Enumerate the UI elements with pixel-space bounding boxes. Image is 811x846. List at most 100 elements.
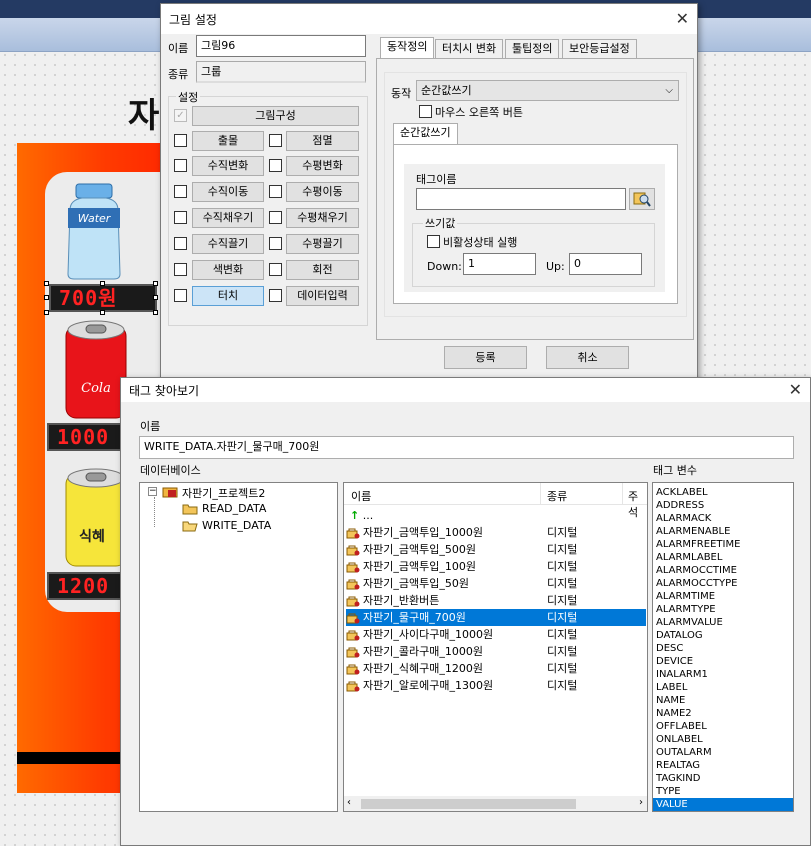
tree-collapse-toggle[interactable]: − bbox=[148, 487, 157, 496]
inactive-run-checkbox[interactable] bbox=[427, 235, 440, 248]
action-select[interactable]: 순간값쓰기 ⌵ bbox=[416, 80, 679, 101]
selection-handle[interactable] bbox=[44, 310, 49, 315]
mouse-right-checkbox[interactable] bbox=[419, 105, 432, 118]
option-button-color-change[interactable]: 색변화 bbox=[192, 260, 264, 280]
tag-variable-item[interactable]: ONLABEL bbox=[653, 733, 793, 746]
column-header-type[interactable]: 종류 bbox=[547, 488, 567, 504]
picture-settings-titlebar[interactable]: 그림 설정 bbox=[161, 4, 697, 34]
tag-variable-item[interactable]: NAME2 bbox=[653, 707, 793, 720]
tag-variable-item[interactable]: TYPE bbox=[653, 785, 793, 798]
water-bottle-image[interactable]: Water bbox=[62, 182, 132, 282]
horizontal-scrollbar[interactable]: ‹ › bbox=[344, 796, 647, 811]
tag-variable-item[interactable]: DESC bbox=[653, 642, 793, 655]
option-button-touch[interactable]: 터치 bbox=[192, 286, 264, 306]
tree-root-label[interactable]: 자판기_프로젝트2 bbox=[182, 485, 265, 501]
option-button-vertical-drag[interactable]: 수직끌기 bbox=[192, 234, 264, 254]
option-checkbox[interactable] bbox=[174, 263, 187, 276]
tag-variable-item[interactable]: ALARMLABEL bbox=[653, 551, 793, 564]
tag-variable-item[interactable]: ADDRESS bbox=[653, 499, 793, 512]
option-checkbox[interactable] bbox=[174, 211, 187, 224]
tag-name-field[interactable] bbox=[416, 188, 626, 210]
tag-list-view[interactable]: 이름 종류 주석 ↑ ... 자판기_금액투입_1000원 디지털 자판기_금액투입… bbox=[343, 482, 648, 812]
tag-variable-item[interactable]: VALUE bbox=[653, 798, 793, 811]
tab-security-level[interactable]: 보안등급설정 bbox=[562, 39, 637, 59]
column-divider[interactable] bbox=[540, 483, 541, 505]
option-button-horizontal-move[interactable]: 수평이동 bbox=[286, 182, 359, 202]
tag-variable-item[interactable]: LABEL bbox=[653, 681, 793, 694]
tab-action-definition[interactable]: 동작정의 bbox=[380, 37, 435, 59]
option-checkbox[interactable] bbox=[174, 289, 187, 302]
tag-variable-item[interactable]: ALARMOCCTYPE bbox=[653, 577, 793, 590]
scroll-right-icon[interactable]: › bbox=[639, 797, 643, 808]
option-checkbox[interactable] bbox=[269, 134, 282, 147]
selection-handle[interactable] bbox=[44, 281, 49, 286]
tag-variable-item[interactable]: ALARMTYPE bbox=[653, 603, 793, 616]
selection-handle[interactable] bbox=[100, 310, 105, 315]
table-row[interactable]: 자판기_반환버튼 디지털 bbox=[346, 592, 646, 609]
database-tree[interactable]: − 자판기_프로젝트2 READ_DATA WRITE_DATA bbox=[139, 482, 338, 812]
option-checkbox[interactable] bbox=[174, 134, 187, 147]
ok-button[interactable]: 등록 bbox=[444, 346, 527, 369]
tag-variable-item[interactable]: OUTALARM bbox=[653, 746, 793, 759]
option-button-data-input[interactable]: 데이터입력 bbox=[286, 286, 359, 306]
option-button-rotate[interactable]: 회전 bbox=[286, 260, 359, 280]
column-divider[interactable] bbox=[622, 483, 623, 505]
table-row[interactable]: 자판기_금액투입_50원 디지털 bbox=[346, 575, 646, 592]
option-checkbox[interactable] bbox=[269, 211, 282, 224]
tag-variable-list[interactable]: ACKLABEL ADDRESS ALARMACK ALARMENABLE ALARMF… bbox=[652, 482, 794, 812]
table-row[interactable]: 자판기_금액투입_1000원 디지털 bbox=[346, 524, 646, 541]
tag-variable-item[interactable]: REALTAG bbox=[653, 759, 793, 772]
tag-variable-item[interactable]: TAGKIND bbox=[653, 772, 793, 785]
tag-variable-item[interactable]: ALARMTIME bbox=[653, 590, 793, 603]
tag-variable-item[interactable]: ALARMOCCTIME bbox=[653, 564, 793, 577]
table-row[interactable]: 자판기_물구매_700원 디지털 bbox=[346, 609, 646, 626]
down-value-field[interactable]: 1 bbox=[463, 253, 536, 275]
close-icon[interactable]: ✕ bbox=[789, 380, 802, 399]
table-row[interactable]: 자판기_콜라구매_1000원 디지털 bbox=[346, 643, 646, 660]
tag-variable-item[interactable]: INALARM1 bbox=[653, 668, 793, 681]
table-row[interactable]: 자판기_알로에구매_1300원 디지털 bbox=[346, 677, 646, 694]
option-button-chulmol[interactable]: 출몰 bbox=[192, 131, 264, 151]
tag-browse-button[interactable] bbox=[629, 188, 655, 210]
option-checkbox[interactable] bbox=[174, 237, 187, 250]
tag-path-field[interactable]: WRITE_DATA.자판기_물구매_700원 bbox=[139, 436, 794, 459]
option-button-vertical-fill[interactable]: 수직채우기 bbox=[192, 208, 264, 228]
option-checkbox[interactable] bbox=[269, 159, 282, 172]
tag-variable-item[interactable]: ACKLABEL bbox=[653, 486, 793, 499]
selection-handle[interactable] bbox=[44, 295, 49, 300]
option-checkbox[interactable] bbox=[269, 185, 282, 198]
price-display-water[interactable]: 700원 bbox=[49, 284, 157, 312]
tab-touch-change[interactable]: 터치시 변화 bbox=[435, 39, 504, 59]
option-checkbox[interactable] bbox=[269, 263, 282, 276]
tag-variable-item[interactable]: DEVICE bbox=[653, 655, 793, 668]
table-row[interactable]: 자판기_사이다구매_1000원 디지털 bbox=[346, 626, 646, 643]
tag-variable-item[interactable]: ALARMENABLE bbox=[653, 525, 793, 538]
tag-variable-item[interactable]: ALARMACK bbox=[653, 512, 793, 525]
table-row[interactable]: 자판기_금액투입_100원 디지털 bbox=[346, 558, 646, 575]
tag-variable-item[interactable]: DATALOG bbox=[653, 629, 793, 642]
selection-handle[interactable] bbox=[153, 281, 158, 286]
option-checkbox[interactable] bbox=[269, 237, 282, 250]
option-button-vertical-move[interactable]: 수직이동 bbox=[192, 182, 264, 202]
close-icon[interactable]: ✕ bbox=[676, 9, 689, 28]
option-button-horizontal-change[interactable]: 수평변화 bbox=[286, 156, 359, 176]
tab-tooltip-definition[interactable]: 툴팁정의 bbox=[505, 39, 560, 59]
scroll-left-icon[interactable]: ‹ bbox=[347, 797, 351, 808]
column-header-name[interactable]: 이름 bbox=[351, 488, 371, 504]
compose-button[interactable]: 그림구성 bbox=[192, 106, 359, 126]
list-item-parent[interactable]: ↑ ... bbox=[346, 507, 646, 524]
option-checkbox[interactable] bbox=[174, 159, 187, 172]
tag-variable-item[interactable]: ALARMVALUE bbox=[653, 616, 793, 629]
name-field[interactable]: 그림96 bbox=[196, 35, 366, 57]
selection-handle[interactable] bbox=[153, 310, 158, 315]
tag-variable-item[interactable]: OFFLABEL bbox=[653, 720, 793, 733]
tree-item-write-data[interactable]: WRITE_DATA bbox=[202, 519, 271, 532]
cancel-button[interactable]: 취소 bbox=[546, 346, 629, 369]
option-button-horizontal-drag[interactable]: 수평끌기 bbox=[286, 234, 359, 254]
selection-handle[interactable] bbox=[100, 281, 105, 286]
table-row[interactable]: 자판기_금액투입_500원 디지털 bbox=[346, 541, 646, 558]
option-checkbox[interactable] bbox=[174, 185, 187, 198]
up-value-field[interactable]: 0 bbox=[569, 253, 642, 275]
scrollbar-thumb[interactable] bbox=[361, 799, 576, 809]
option-checkbox[interactable] bbox=[269, 289, 282, 302]
